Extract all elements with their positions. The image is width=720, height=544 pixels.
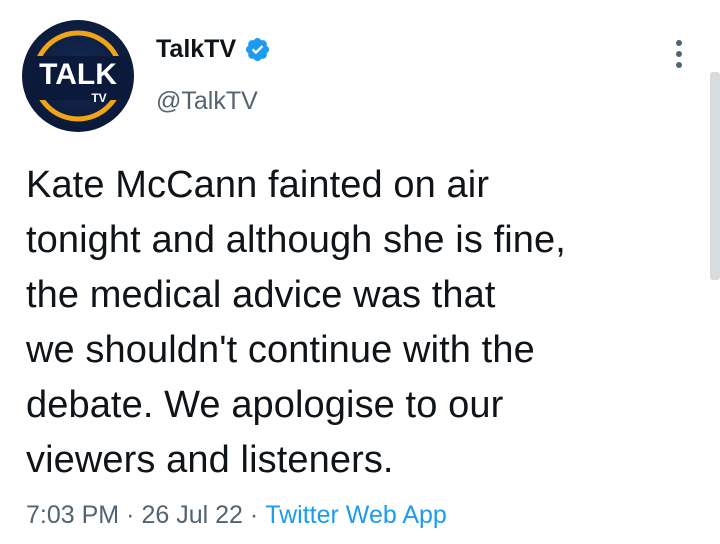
more-dot	[676, 40, 682, 46]
scrollbar[interactable]	[710, 72, 720, 280]
avatar-logo-subtext: TV	[91, 91, 106, 105]
tweet-meta: 7:03 PM · 26 Jul 22 · Twitter Web App	[26, 499, 447, 531]
tweet-source-link[interactable]: Twitter Web App	[265, 501, 447, 529]
more-dot	[676, 62, 682, 68]
more-dot	[676, 51, 682, 57]
avatar-logo-text: TALK	[39, 58, 117, 91]
display-name-text: TalkTV	[156, 35, 237, 63]
display-name[interactable]: TalkTV	[156, 34, 271, 64]
user-handle[interactable]: @TalkTV	[156, 86, 258, 116]
tweet-date[interactable]: 26 Jul 22	[141, 501, 242, 529]
avatar[interactable]: TALK TV	[22, 20, 134, 132]
meta-separator: ·	[126, 501, 135, 529]
talktv-logo: TALK TV	[26, 30, 130, 122]
verified-badge-icon	[244, 36, 271, 63]
meta-separator: ·	[249, 501, 259, 529]
tweet-text: Kate McCann fainted on air tonight and a…	[26, 164, 566, 481]
more-options-icon[interactable]	[666, 34, 692, 74]
tweet-time[interactable]: 7:03 PM	[26, 501, 119, 529]
